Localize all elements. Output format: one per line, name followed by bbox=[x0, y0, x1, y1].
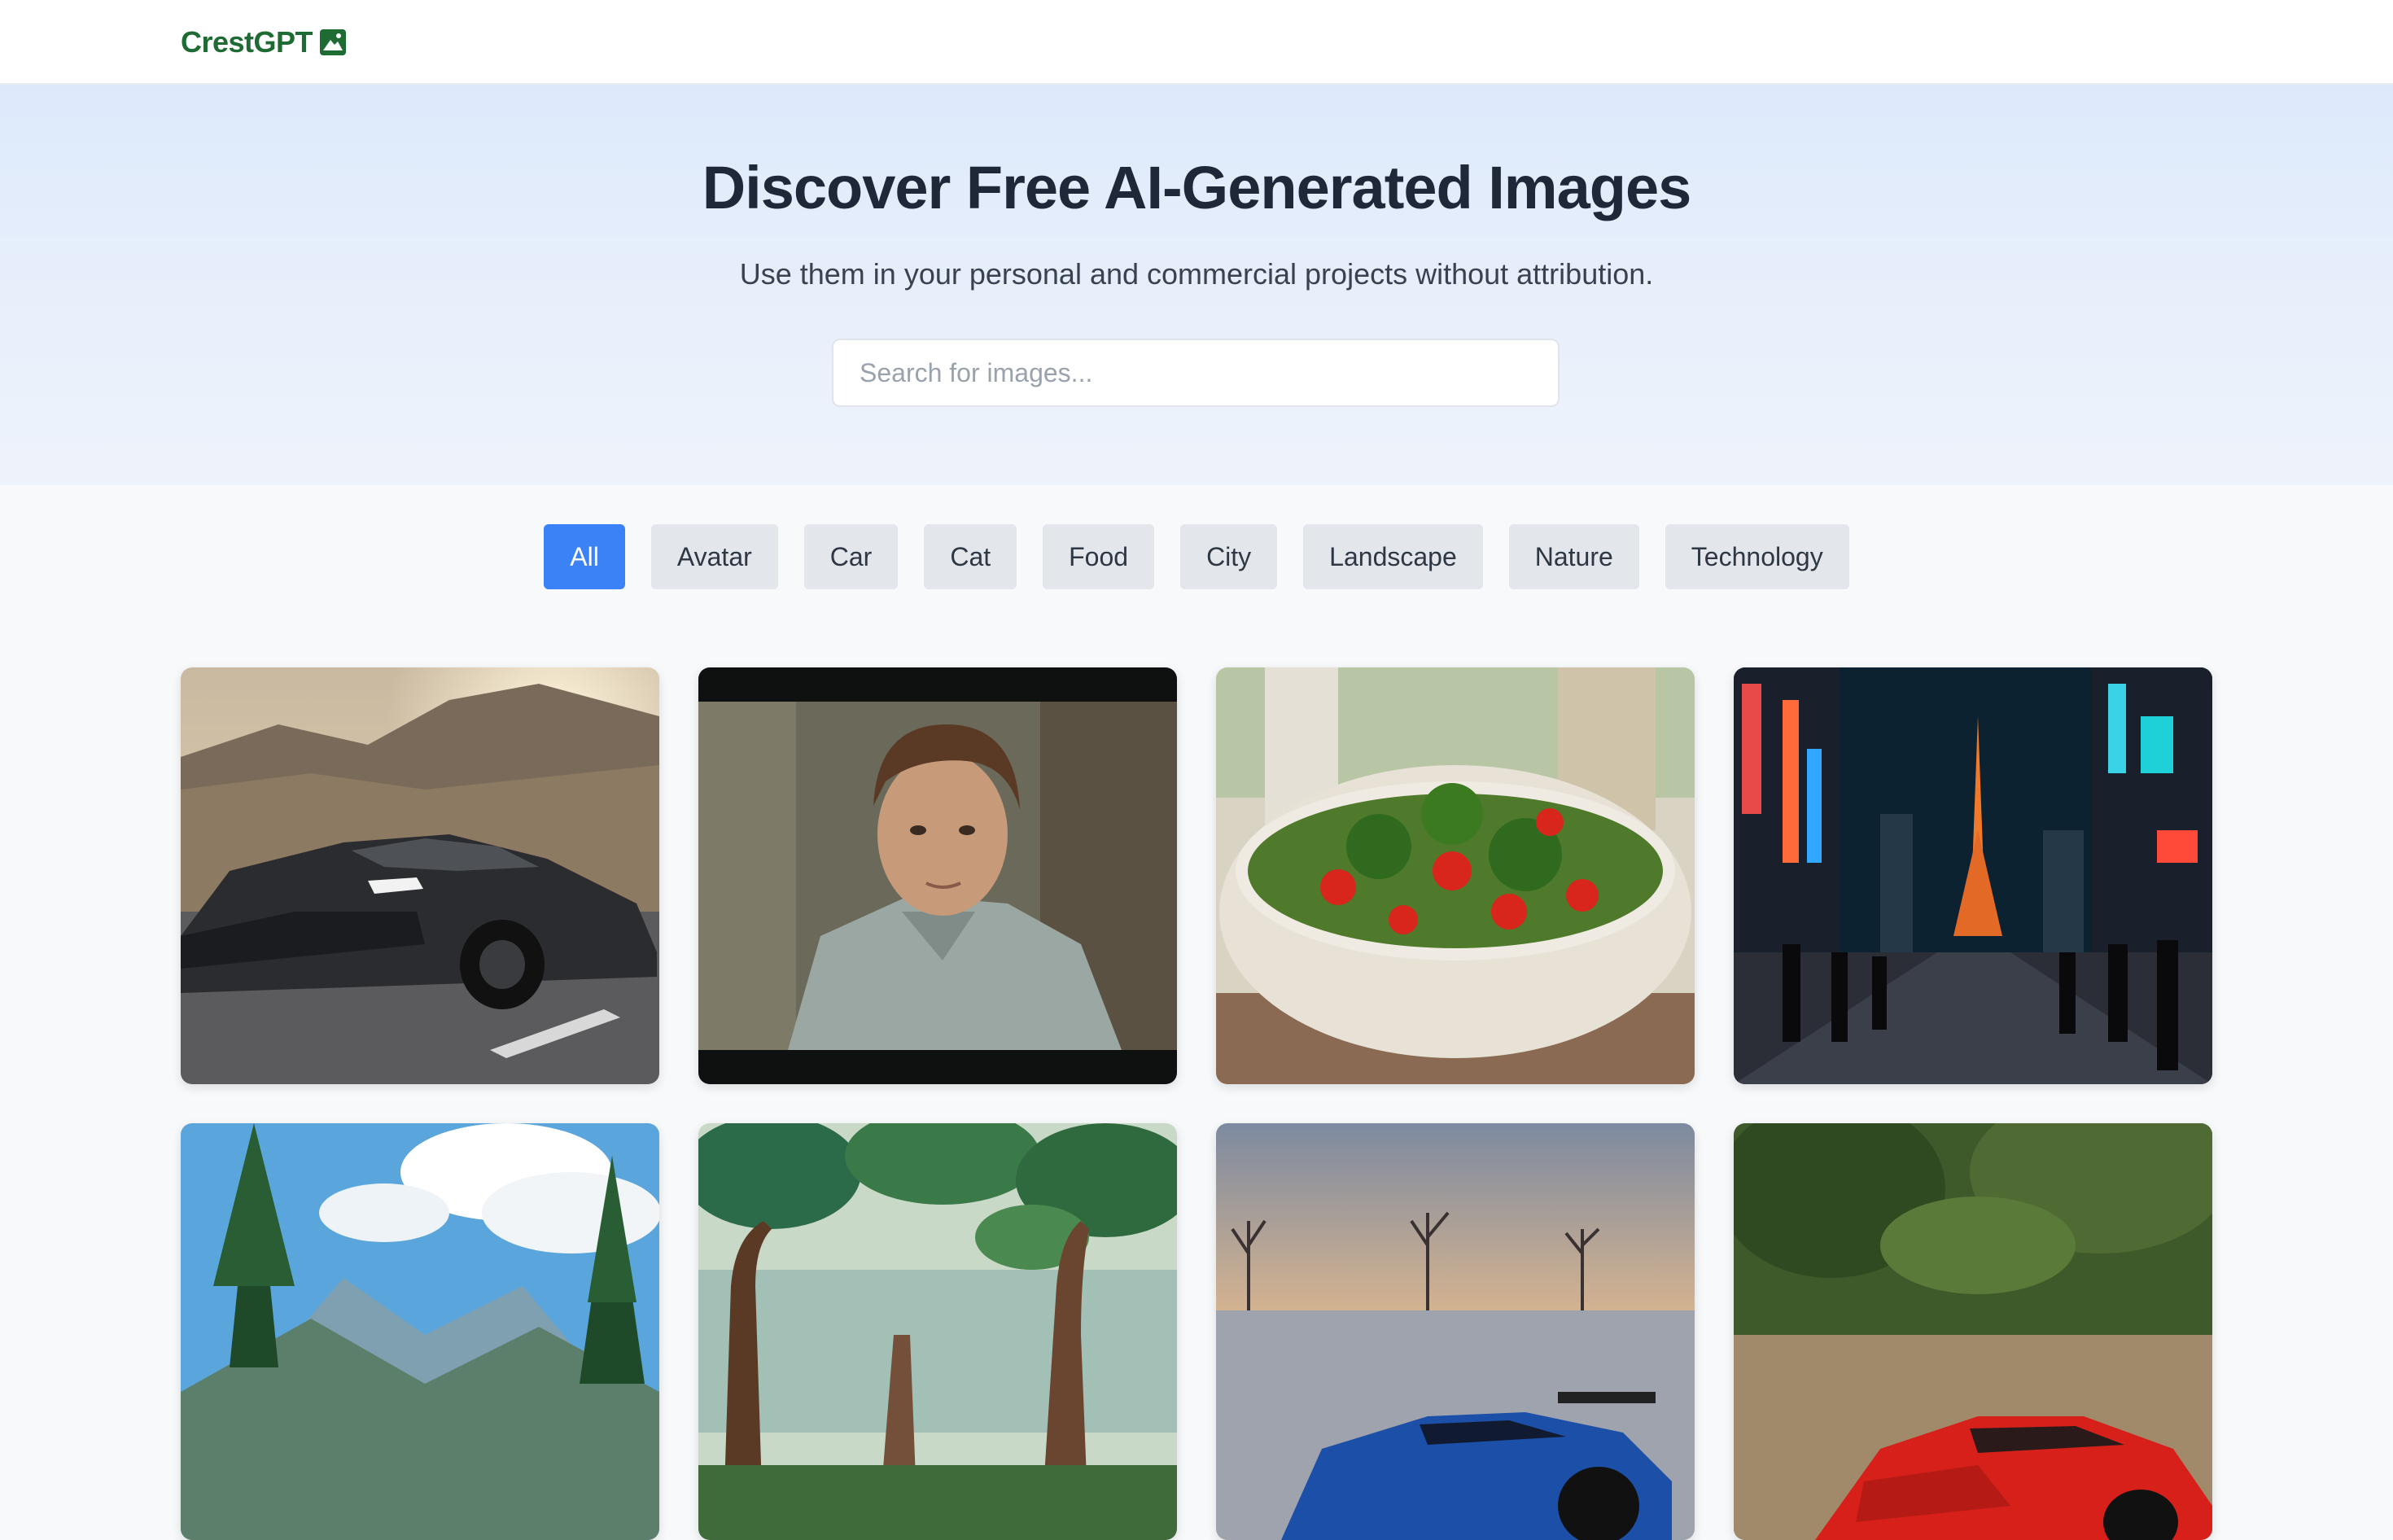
logo[interactable]: CrestGPT bbox=[181, 24, 347, 60]
logo-text: CrestGPT bbox=[181, 25, 313, 59]
image-card-portrait[interactable] bbox=[698, 667, 1177, 1084]
hero-subtitle: Use them in your personal and commercial… bbox=[739, 257, 1654, 291]
top-navbar: CrestGPT bbox=[0, 0, 2393, 85]
car-image bbox=[181, 667, 659, 1084]
food-image bbox=[1216, 667, 1695, 1084]
image-card-city[interactable] bbox=[1734, 667, 2212, 1084]
car-image bbox=[1216, 1123, 1695, 1540]
category-chip-cat[interactable]: Cat bbox=[924, 524, 1017, 589]
landscape-image bbox=[181, 1123, 659, 1540]
image-gallery bbox=[181, 667, 2212, 1540]
category-chip-all[interactable]: All bbox=[544, 524, 625, 589]
city-image bbox=[1734, 667, 2212, 1084]
image-card-sports-car[interactable] bbox=[181, 667, 659, 1084]
search-input[interactable] bbox=[832, 339, 1560, 407]
category-chip-avatar[interactable]: Avatar bbox=[650, 524, 778, 589]
mountain-image-icon bbox=[320, 29, 347, 55]
category-chip-nature[interactable]: Nature bbox=[1508, 524, 1639, 589]
category-chip-car[interactable]: Car bbox=[803, 524, 899, 589]
category-chip-landscape[interactable]: Landscape bbox=[1303, 524, 1483, 589]
image-card-mountain-valley[interactable] bbox=[181, 1123, 659, 1540]
category-chip-technology[interactable]: Technology bbox=[1665, 524, 1849, 589]
image-card-forest[interactable] bbox=[698, 1123, 1177, 1540]
image-card-blue-hypercar[interactable] bbox=[1216, 1123, 1695, 1540]
category-chip-city[interactable]: City bbox=[1180, 524, 1278, 589]
category-filter-bar: All Avatar Car Cat Food City Landscape N… bbox=[0, 524, 2393, 589]
page-title: Discover Free AI-Generated Images bbox=[702, 154, 1692, 221]
nature-image bbox=[698, 1123, 1177, 1540]
car-image bbox=[1734, 1123, 2212, 1540]
image-card-red-sports-car[interactable] bbox=[1734, 1123, 2212, 1540]
image-card-salad[interactable] bbox=[1216, 667, 1695, 1084]
category-chip-food[interactable]: Food bbox=[1043, 524, 1155, 589]
avatar-image bbox=[698, 667, 1177, 1084]
